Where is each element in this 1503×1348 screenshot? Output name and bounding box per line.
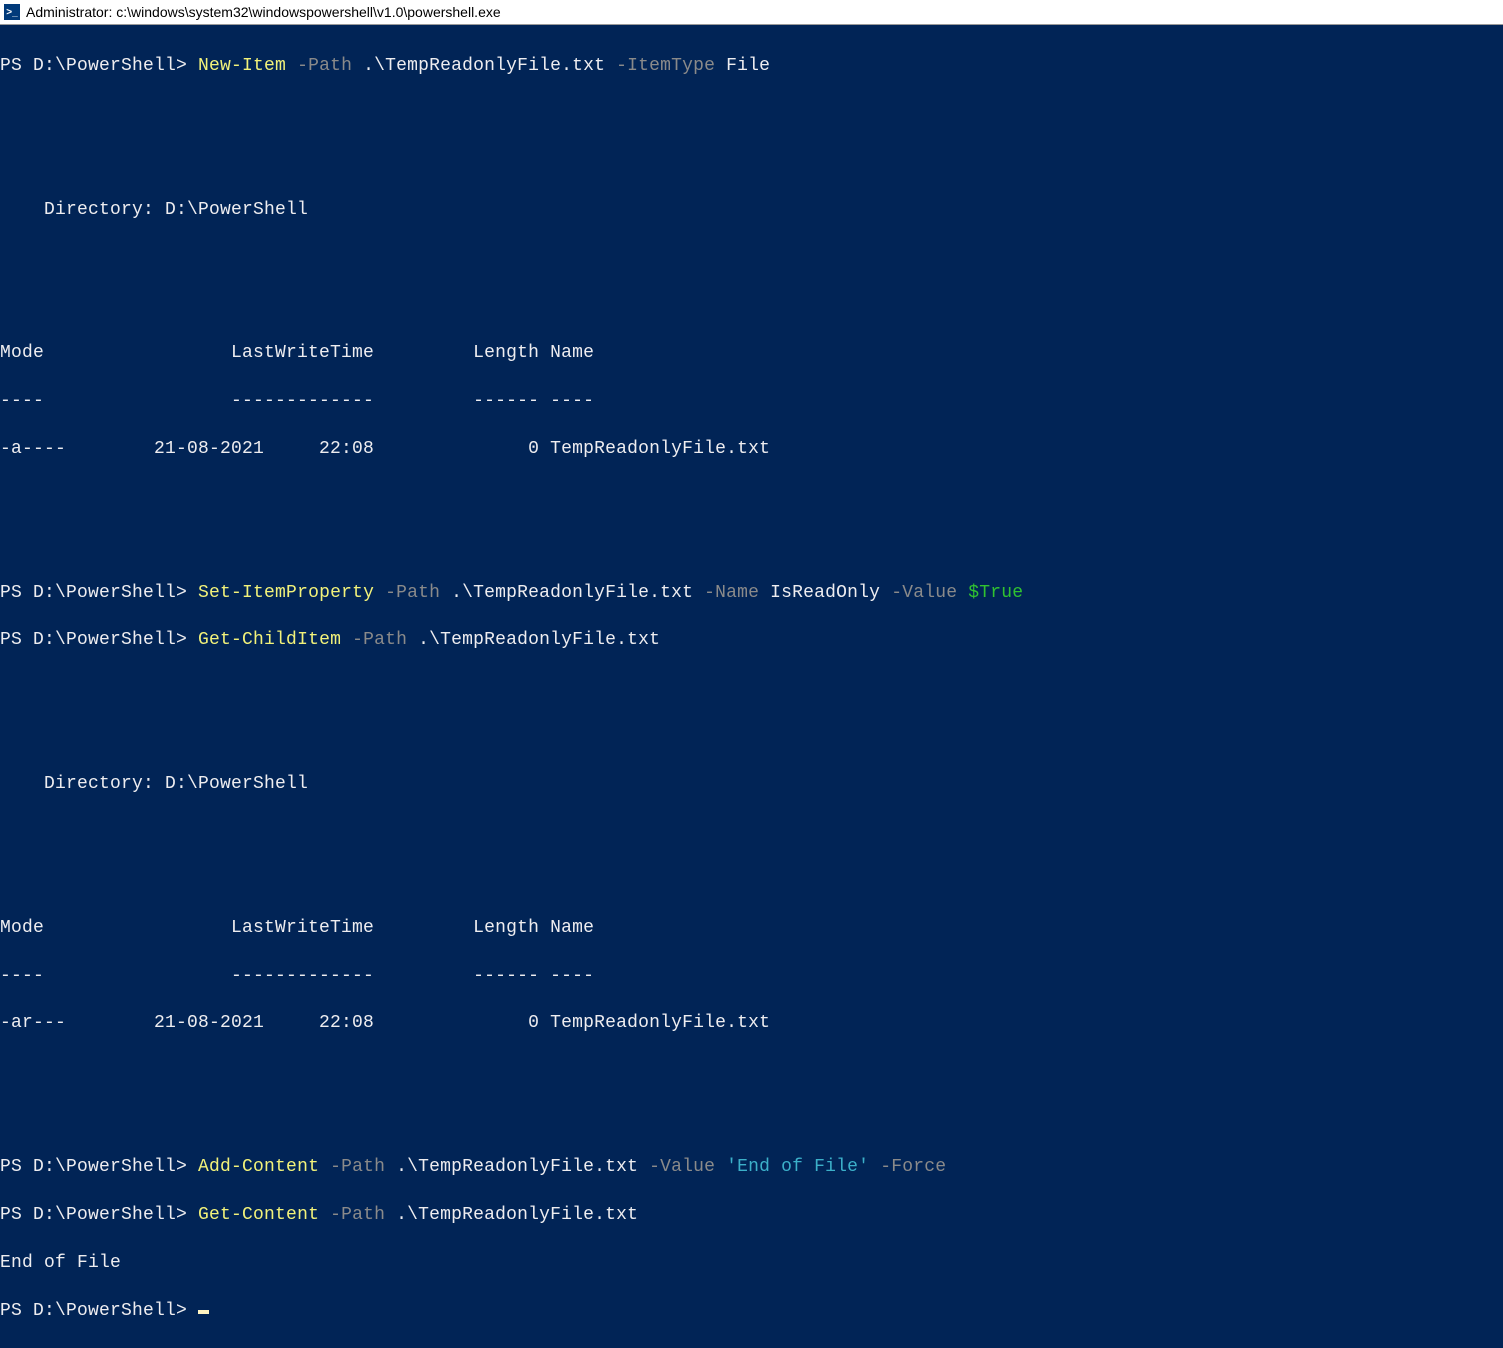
blank xyxy=(0,677,1503,701)
command-line-5: PS D:\PowerShell> Get-Content -Path .\Te… xyxy=(0,1204,1503,1228)
cursor-icon xyxy=(198,1310,209,1314)
table-row: -a---- 21-08-2021 22:08 0 TempReadonlyFi… xyxy=(0,438,1503,462)
prompt: PS D:\PowerShell> xyxy=(0,630,198,650)
blank xyxy=(0,151,1503,175)
table-header: Mode LastWriteTime Length Name xyxy=(0,342,1503,366)
blank xyxy=(0,534,1503,558)
cmdlet: Get-ChildItem xyxy=(198,630,341,650)
command-line-4: PS D:\PowerShell> Add-Content -Path .\Te… xyxy=(0,1156,1503,1180)
powershell-icon: >_ xyxy=(4,4,20,20)
param: -Path xyxy=(319,1205,385,1225)
param: -Value xyxy=(880,583,957,603)
table-separator: ---- ------------- ------ ---- xyxy=(0,390,1503,414)
prompt: PS D:\PowerShell> xyxy=(0,1301,198,1321)
param: -Value xyxy=(638,1157,715,1177)
arg: .\TempReadonlyFile.txt xyxy=(385,1157,638,1177)
command-line-3: PS D:\PowerShell> Get-ChildItem -Path .\… xyxy=(0,629,1503,653)
param: -Path xyxy=(341,630,407,650)
blank xyxy=(0,1060,1503,1084)
param: -ItemType xyxy=(605,56,715,76)
directory-line: Directory: D:\PowerShell xyxy=(0,199,1503,223)
arg: IsReadOnly xyxy=(759,583,880,603)
command-line-1: PS D:\PowerShell> New-Item -Path .\TempR… xyxy=(0,55,1503,79)
blank xyxy=(0,821,1503,845)
table-header: Mode LastWriteTime Length Name xyxy=(0,917,1503,941)
window-title: Administrator: c:\windows\system32\windo… xyxy=(26,4,501,20)
prompt: PS D:\PowerShell> xyxy=(0,56,198,76)
prompt: PS D:\PowerShell> xyxy=(0,1157,198,1177)
prompt: PS D:\PowerShell> xyxy=(0,583,198,603)
blank xyxy=(0,1108,1503,1132)
prompt: PS D:\PowerShell> xyxy=(0,1205,198,1225)
directory-line: Directory: D:\PowerShell xyxy=(0,773,1503,797)
param: -Path xyxy=(286,56,352,76)
table-separator: ---- ------------- ------ ---- xyxy=(0,965,1503,989)
blank xyxy=(0,294,1503,318)
arg: .\TempReadonlyFile.txt xyxy=(407,630,660,650)
cmdlet: Add-Content xyxy=(198,1157,319,1177)
arg: File xyxy=(715,56,770,76)
string: 'End of File' xyxy=(715,1157,869,1177)
param: -Force xyxy=(869,1157,946,1177)
blank xyxy=(0,725,1503,749)
cmdlet: New-Item xyxy=(198,56,286,76)
output-line: End of File xyxy=(0,1252,1503,1276)
blank xyxy=(0,486,1503,510)
blank xyxy=(0,246,1503,270)
param: -Name xyxy=(693,583,759,603)
param: -Path xyxy=(374,583,440,603)
command-line-2: PS D:\PowerShell> Set-ItemProperty -Path… xyxy=(0,582,1503,606)
cmdlet: Get-Content xyxy=(198,1205,319,1225)
arg: .\TempReadonlyFile.txt xyxy=(352,56,605,76)
param: -Path xyxy=(319,1157,385,1177)
cmdlet: Set-ItemProperty xyxy=(198,583,374,603)
current-prompt-line: PS D:\PowerShell> xyxy=(0,1300,1503,1324)
blank xyxy=(0,103,1503,127)
arg: .\TempReadonlyFile.txt xyxy=(440,583,693,603)
variable: $True xyxy=(957,583,1023,603)
blank xyxy=(0,869,1503,893)
terminal-body[interactable]: PS D:\PowerShell> New-Item -Path .\TempR… xyxy=(0,25,1503,1348)
window-titlebar[interactable]: >_ Administrator: c:\windows\system32\wi… xyxy=(0,0,1503,25)
arg: .\TempReadonlyFile.txt xyxy=(385,1205,638,1225)
table-row: -ar--- 21-08-2021 22:08 0 TempReadonlyFi… xyxy=(0,1012,1503,1036)
